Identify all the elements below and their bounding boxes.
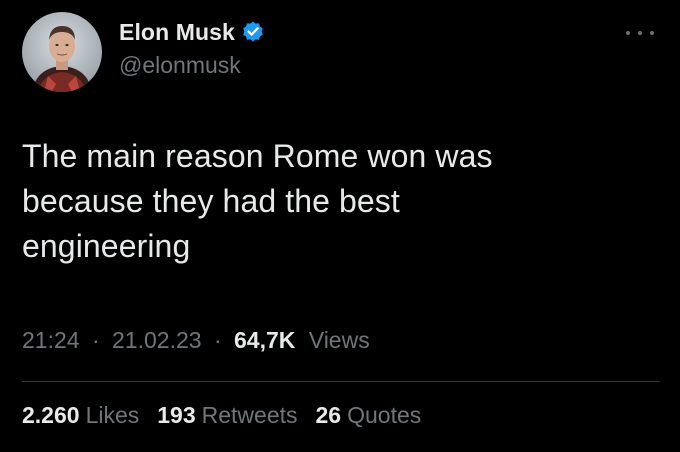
author-name-row: Elon Musk <box>119 17 265 47</box>
tweet-stats: 2.260 Likes 193 Retweets 26 Quotes <box>22 402 421 429</box>
avatar[interactable] <box>22 12 102 92</box>
tweet-meta: 21:24 · 21.02.23 · 64,7K Views <box>22 327 370 354</box>
retweets-count: 193 <box>157 402 196 428</box>
tweet-text: The main reason Rome won was because the… <box>22 134 662 269</box>
author-identity: Elon Musk @elonmusk <box>119 17 265 79</box>
tweet-card: Elon Musk @elonmusk The main reason Rome… <box>0 0 680 452</box>
retweets-label: Retweets <box>201 402 298 428</box>
more-dot <box>626 31 630 35</box>
views-count: 64,7K <box>234 327 296 353</box>
divider <box>22 381 660 382</box>
likes-label: Likes <box>85 402 140 428</box>
views-label: Views <box>308 327 370 353</box>
quotes-label: Quotes <box>347 402 422 428</box>
meta-separator: · <box>91 327 100 353</box>
quotes-stat[interactable]: 26 Quotes <box>316 402 422 429</box>
tweet-date[interactable]: 21.02.23 <box>112 327 202 353</box>
tweet-text-line: because they had the best <box>22 183 400 219</box>
likes-stat[interactable]: 2.260 Likes <box>22 402 139 429</box>
likes-count: 2.260 <box>22 402 80 428</box>
more-dot <box>650 31 654 35</box>
tweet-text-line: engineering <box>22 228 191 264</box>
meta-separator: · <box>213 327 222 353</box>
tweet-header: Elon Musk @elonmusk <box>22 12 265 92</box>
more-options-icon[interactable] <box>626 26 654 40</box>
avatar-image <box>22 12 102 92</box>
author-handle[interactable]: @elonmusk <box>119 52 265 79</box>
author-display-name[interactable]: Elon Musk <box>119 19 235 46</box>
tweet-time[interactable]: 21:24 <box>22 327 80 353</box>
more-dot <box>638 31 642 35</box>
quotes-count: 26 <box>315 402 342 428</box>
tweet-text-line: The main reason Rome won was <box>22 138 493 174</box>
retweets-stat[interactable]: 193 Retweets <box>157 402 297 429</box>
verified-badge-icon <box>241 20 265 44</box>
